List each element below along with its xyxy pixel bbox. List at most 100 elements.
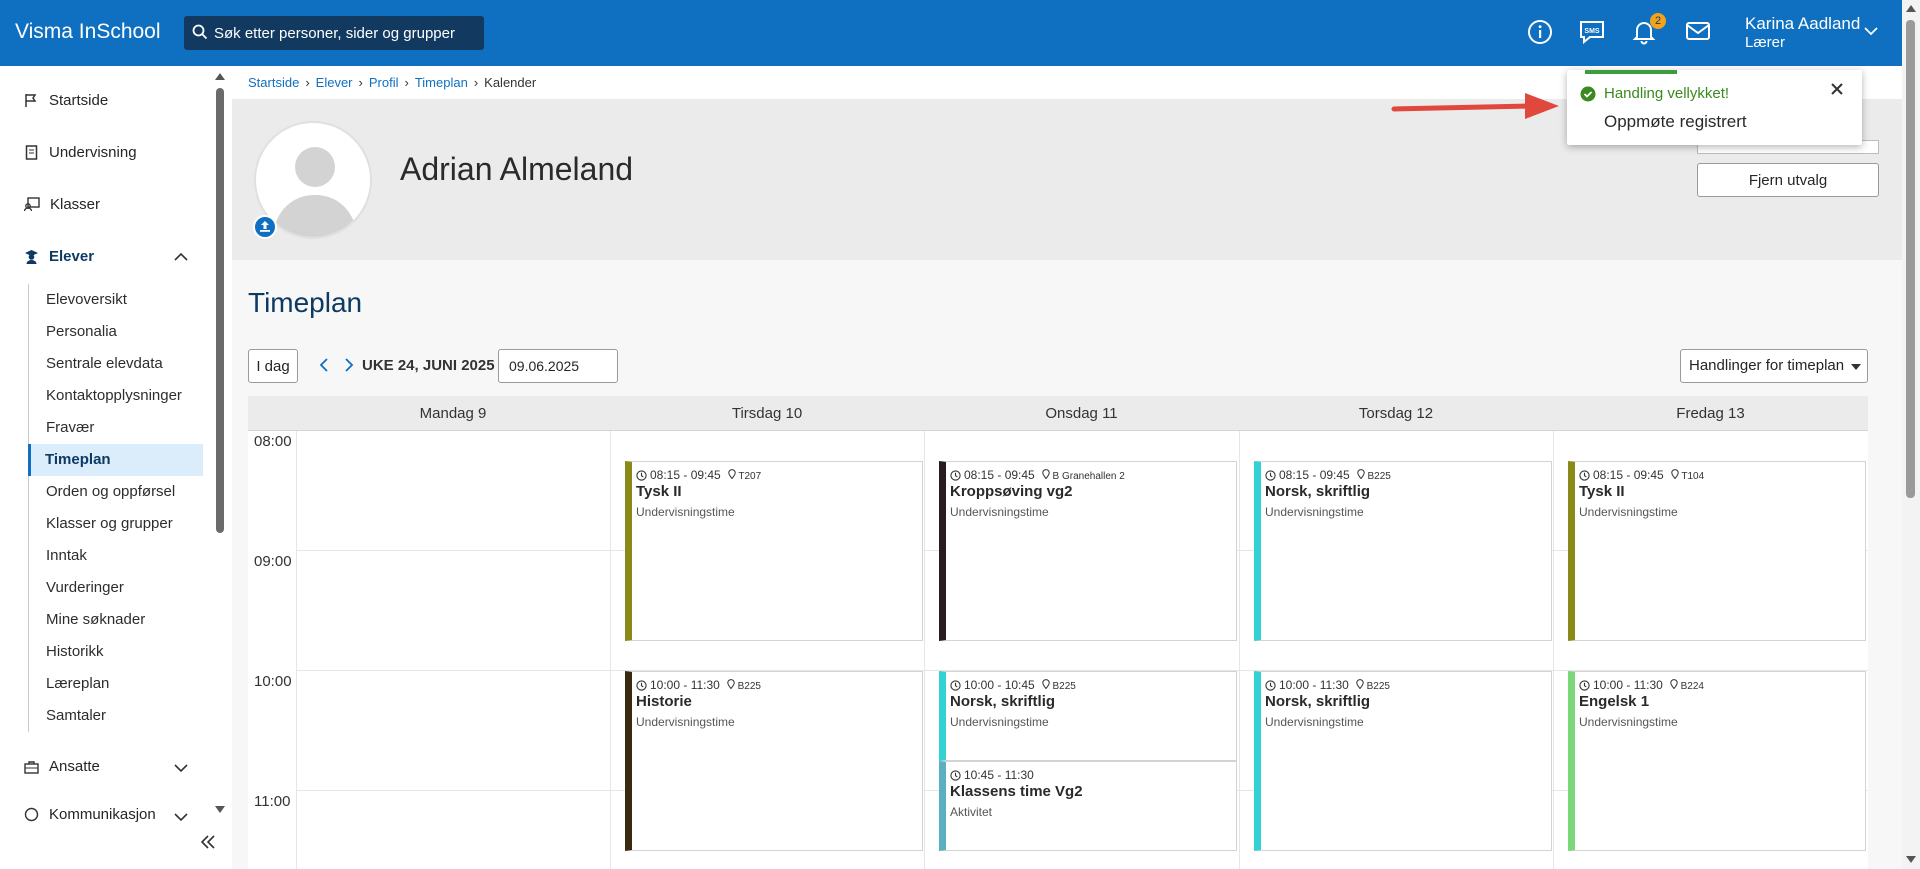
chevron-down-icon[interactable] xyxy=(174,812,188,822)
search-box[interactable] xyxy=(184,16,484,50)
location-pin-icon xyxy=(728,468,736,479)
location-pin-icon xyxy=(1042,468,1050,479)
chevron-up-icon[interactable] xyxy=(174,252,188,262)
caret-down-icon xyxy=(1851,364,1861,370)
chevron-down-icon[interactable] xyxy=(1864,26,1878,36)
sidebar-item-elever[interactable]: Elever xyxy=(24,248,94,265)
sidebar-item-label: Kommunikasjon xyxy=(49,806,156,822)
day-column-line xyxy=(296,431,297,869)
hour-label: 09:00 xyxy=(254,553,292,570)
event-subtitle: Undervisningstime xyxy=(636,715,735,729)
calendar-event[interactable]: 10:00 - 11:30 B225 Norsk, skriftlig Underv… xyxy=(1254,671,1552,851)
calendar-event[interactable]: 10:45 - 11:30 Klassens time Vg2 Aktivitet xyxy=(939,761,1237,851)
location-pin-icon xyxy=(1357,468,1365,479)
mail-icon[interactable] xyxy=(1684,19,1712,43)
page-scroll-thumb[interactable] xyxy=(1906,20,1915,498)
collapse-sidebar-icon[interactable] xyxy=(200,835,216,849)
subnav-item-fravaer[interactable]: Fravær xyxy=(29,412,203,444)
sidebar-item-label: Ansatte xyxy=(49,758,100,775)
calendar-event[interactable]: 08:15 - 09:45 T104 Tysk II Undervisningsti… xyxy=(1568,461,1866,641)
page-scrollbar[interactable] xyxy=(1902,0,1920,869)
event-time: 10:00 - 11:30 B225 xyxy=(1265,678,1390,692)
calendar-event[interactable]: 08:15 - 09:45 B225 Norsk, skriftlig Underv… xyxy=(1254,461,1552,641)
search-input[interactable] xyxy=(214,22,476,44)
scroll-down-icon[interactable] xyxy=(215,806,225,814)
subnav-item-vurderinger[interactable]: Vurderinger xyxy=(29,572,203,604)
calendar-event[interactable]: 10:00 - 11:30 B224 Engelsk 1 Undervisnings… xyxy=(1568,671,1866,851)
calendar-event[interactable]: 08:15 - 09:45 T207 Tysk II Undervisningsti… xyxy=(625,461,923,641)
subnav-item-inntak[interactable]: Inntak xyxy=(29,540,203,572)
calendar-event[interactable]: 08:15 - 09:45 B Granehallen 2 Kroppsøving… xyxy=(939,461,1237,641)
subnav-item-mine-soknader[interactable]: Mine søknader xyxy=(29,604,203,636)
event-room: T104 xyxy=(1671,468,1705,482)
event-time: 08:15 - 09:45 T207 xyxy=(636,468,761,482)
flag-icon xyxy=(25,94,37,107)
event-room: B225 xyxy=(1356,678,1390,692)
student-name: Adrian Almeland xyxy=(400,151,634,187)
subnav-item-timeplan[interactable]: Timeplan xyxy=(28,444,203,476)
subnav-item-elevoversikt[interactable]: Elevoversikt xyxy=(29,284,203,316)
subnav-item-personalia[interactable]: Personalia xyxy=(29,316,203,348)
subnav-item-orden[interactable]: Orden og oppførsel xyxy=(29,476,203,508)
subnav-item-kontaktopplysninger[interactable]: Kontaktopplysninger xyxy=(29,380,203,412)
breadcrumb-separator: › xyxy=(404,75,409,90)
event-title: Norsk, skriftlig xyxy=(1265,483,1371,500)
sidebar-item-startside[interactable]: Startside xyxy=(24,92,108,109)
event-time: 08:15 - 09:45 B Granehallen 2 xyxy=(950,468,1125,482)
timetable-actions-label: Handlinger for timeplan xyxy=(1689,357,1845,374)
sidebar-item-undervisning[interactable]: Undervisning xyxy=(24,144,137,161)
subnav-item-sentrale-elevdata[interactable]: Sentrale elevdata xyxy=(29,348,203,380)
breadcrumb-startside[interactable]: Startside xyxy=(248,75,299,90)
event-room-text: T104 xyxy=(1681,470,1705,482)
calendar-event[interactable]: 10:00 - 10:45 B225 Norsk, skriftlig Underv… xyxy=(939,671,1237,761)
prev-week-icon[interactable] xyxy=(319,358,329,372)
close-icon[interactable] xyxy=(1831,83,1843,95)
chevron-down-icon[interactable] xyxy=(174,763,188,773)
timetable-actions-button[interactable]: Handlinger for timeplan xyxy=(1680,349,1868,383)
sidebar-item-klasser[interactable]: Klasser xyxy=(24,196,100,213)
breadcrumb-timeplan[interactable]: Timeplan xyxy=(415,75,468,90)
today-button[interactable]: I dag xyxy=(248,349,298,383)
event-room: B224 xyxy=(1670,678,1704,692)
sidebar-scrollbar[interactable] xyxy=(212,70,228,820)
breadcrumb-profil[interactable]: Profil xyxy=(369,75,399,90)
location-pin-icon xyxy=(1042,678,1050,689)
sms-icon[interactable]: SMS xyxy=(1578,19,1606,45)
event-room-text: T207 xyxy=(738,470,762,482)
scroll-up-icon[interactable] xyxy=(1906,4,1916,12)
next-week-icon[interactable] xyxy=(344,358,354,372)
app-logo[interactable]: Visma InSchool xyxy=(15,20,161,44)
sidebar-item-kommunikasjon[interactable]: Kommunikasjon xyxy=(24,806,156,822)
event-subtitle: Aktivitet xyxy=(950,805,993,819)
scroll-down-icon[interactable] xyxy=(1906,856,1916,864)
remove-selection-button[interactable]: Fjern utvalg xyxy=(1697,163,1879,197)
event-time-text: 08:15 - 09:45 xyxy=(964,468,1035,482)
subnav-item-samtaler[interactable]: Samtaler xyxy=(29,700,203,732)
info-icon[interactable] xyxy=(1527,19,1553,45)
svg-text:SMS: SMS xyxy=(1584,28,1600,35)
subnav-item-klasser-grupper[interactable]: Klasser og grupper xyxy=(29,508,203,540)
subnav-item-laereplan[interactable]: Læreplan xyxy=(29,668,203,700)
event-title: Tysk II xyxy=(636,483,682,500)
scroll-up-icon[interactable] xyxy=(215,72,225,80)
upload-photo-button[interactable] xyxy=(253,215,277,239)
clock-icon xyxy=(950,679,961,691)
sidebar-scroll-thumb[interactable] xyxy=(216,88,224,533)
day-label: Mandag 9 xyxy=(419,405,487,422)
breadcrumb-kalender: Kalender xyxy=(484,75,537,90)
upload-icon xyxy=(260,221,270,232)
event-room-text: B Granehallen 2 xyxy=(1052,470,1125,482)
calendar-event[interactable]: 10:00 - 11:30 B225 Historie Undervisningst… xyxy=(625,671,923,851)
breadcrumb-elever[interactable]: Elever xyxy=(316,75,353,90)
event-room-text: B225 xyxy=(737,680,761,692)
user-menu[interactable]: Karina Aadland Lærer xyxy=(1745,14,1860,51)
annotation-arrow xyxy=(1391,93,1559,119)
hour-label: 08:00 xyxy=(254,433,292,450)
date-input[interactable]: 09.06.2025 xyxy=(498,349,618,383)
event-room-text: B225 xyxy=(1367,470,1391,482)
day-header: Torsdag 12 xyxy=(1239,396,1553,431)
sidebar-item-ansatte[interactable]: Ansatte xyxy=(24,758,100,775)
subnav-item-historikk[interactable]: Historikk xyxy=(29,636,203,668)
notification-badge: 2 xyxy=(1650,13,1666,29)
check-circle-icon xyxy=(1580,86,1596,102)
